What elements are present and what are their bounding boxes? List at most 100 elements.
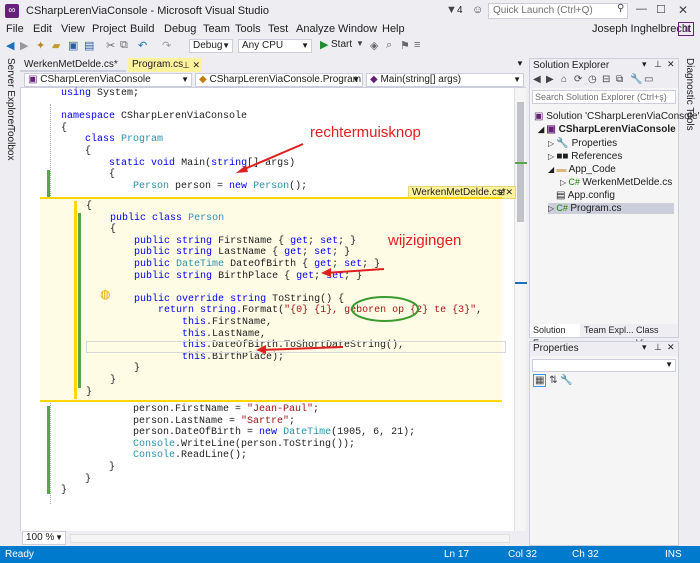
undo-icon[interactable]: ↶ — [138, 39, 147, 52]
new-project-icon[interactable]: ✦ — [36, 39, 45, 52]
quick-launch-input[interactable]: Quick Launch (Ctrl+Q) — [488, 3, 628, 19]
code-line[interactable]: } — [86, 363, 482, 375]
horizontal-scrollbar[interactable] — [70, 534, 510, 543]
cut-icon[interactable]: ✂ — [106, 39, 115, 52]
properties-icon[interactable]: 🔧 — [630, 74, 642, 85]
code-line[interactable]: } — [86, 375, 482, 387]
notification-count[interactable]: 4 — [457, 5, 463, 16]
menu-help[interactable]: Help — [382, 23, 405, 35]
filter-icon[interactable]: ▼ — [446, 4, 457, 16]
code-line[interactable]: Person person = new Person(); — [61, 181, 307, 193]
code-line[interactable]: person.LastName = "Sartre"; — [61, 416, 415, 428]
attach-icon[interactable]: ◈ — [370, 39, 378, 52]
tab-werkenmetdelde[interactable]: WerkenMetDelde.cs* — [20, 58, 126, 72]
code-line[interactable] — [86, 282, 482, 294]
collapse-icon[interactable]: ⊟ — [602, 74, 610, 85]
code-line[interactable]: { — [86, 201, 482, 213]
redo-icon[interactable]: ↷ — [162, 39, 171, 52]
zoom-select[interactable]: 100 % ▼ — [22, 531, 66, 545]
code-line[interactable]: { — [61, 146, 307, 158]
code-line[interactable]: } — [86, 387, 482, 399]
properties-node[interactable]: ▷ 🔧 Properties — [548, 138, 617, 149]
feedback-icon[interactable]: ☺ — [472, 4, 483, 16]
minimize-icon[interactable]: — — [636, 3, 647, 15]
maximize-icon[interactable]: ☐ — [656, 3, 666, 16]
references-node[interactable]: ▷ ■■ References — [548, 151, 622, 162]
back-icon[interactable]: ◀ — [6, 39, 14, 52]
close-icon[interactable]: ✕ — [678, 3, 688, 17]
program-cs-node[interactable]: ▷ C# Program.cs — [548, 203, 674, 214]
back-icon[interactable]: ◀ — [533, 74, 541, 85]
code-line[interactable]: public DateTime DateOfBirth { get; set; … — [86, 259, 482, 271]
chevron-down-icon[interactable]: ▼ — [356, 39, 364, 48]
menu-project[interactable]: Project — [92, 23, 126, 35]
code-line[interactable]: return string.Format("{0} {1}, geboren o… — [86, 305, 482, 317]
show-files-icon[interactable]: ⧉ — [616, 74, 623, 85]
peek-definition-window[interactable]: ◍ { public class Person { public string … — [40, 197, 506, 402]
menu-build[interactable]: Build — [130, 23, 154, 35]
project-dropdown[interactable]: ▣ CSharpLerenViaConsole ▼ — [24, 73, 192, 87]
code-line[interactable]: } — [61, 462, 415, 474]
server-explorer-tab[interactable]: Server Explorer — [5, 58, 16, 127]
menu-test[interactable]: Test — [268, 23, 288, 35]
code-line[interactable]: namespace CSharpLerenViaConsole — [61, 111, 307, 123]
menu-edit[interactable]: Edit — [33, 23, 52, 35]
menu-view[interactable]: View — [61, 23, 85, 35]
bookmark-icon[interactable]: ⚑ — [400, 39, 410, 52]
app-code-node[interactable]: ◢ ▬ App_Code — [548, 164, 616, 175]
forward-icon[interactable]: ▶ — [546, 74, 554, 85]
preview-icon[interactable]: ▭ — [644, 74, 653, 85]
dropdown-icon[interactable]: ▾ — [642, 59, 647, 70]
werkenmetdelde-node[interactable]: ▷ C# WerkenMetDelde.cs — [560, 177, 672, 188]
close-icon[interactable]: ✕ — [667, 59, 675, 70]
menu-file[interactable]: File — [6, 23, 24, 35]
close-icon[interactable]: ✕ — [667, 342, 675, 353]
menu-tools[interactable]: Tools — [235, 23, 261, 35]
code-line[interactable]: static void Main(string[] args) — [61, 158, 307, 170]
copy-icon[interactable]: ⧉ — [120, 39, 128, 52]
home-icon[interactable]: ⌂ — [561, 74, 567, 85]
code-line[interactable]: { — [61, 123, 307, 135]
code-line[interactable]: public string LastName { get; set; } — [86, 247, 482, 259]
member-dropdown[interactable]: ◆ Main(string[] args) ▼ — [366, 73, 524, 87]
pin-icon[interactable]: ⊥ — [654, 342, 662, 353]
tab-solution-explorer[interactable]: Solution E... — [530, 324, 580, 348]
open-file-icon[interactable]: ▰ — [52, 39, 60, 52]
menu-debug[interactable]: Debug — [164, 23, 196, 35]
tab-team-explorer[interactable]: Team Expl... — [584, 324, 634, 337]
code-line[interactable]: person.FirstName = "Jean-Paul"; — [61, 404, 415, 416]
code-line[interactable]: public string BirthPlace { get; set; } — [86, 271, 482, 283]
save-all-icon[interactable]: ▤ — [84, 39, 94, 52]
menu-window[interactable]: Window — [338, 23, 377, 35]
code-line[interactable]: public class Person — [86, 213, 482, 225]
code-line[interactable]: } — [61, 474, 415, 486]
editor-scrollbar[interactable] — [514, 88, 527, 531]
configuration-select[interactable]: Debug ▼ — [189, 39, 233, 53]
history-icon[interactable]: ◷ — [588, 74, 597, 85]
object-select[interactable]: ▼ — [532, 359, 676, 372]
solution-search-input[interactable]: Search Solution Explorer (Ctrl+ş) — [532, 90, 676, 104]
tab-program[interactable]: Program.cs ⊥ ✕ — [128, 58, 202, 72]
menu-analyze[interactable]: Analyze — [296, 23, 335, 35]
user-name[interactable]: Joseph Inghelbrecht — [592, 23, 691, 35]
property-pages-icon[interactable]: 🔧 — [560, 375, 572, 386]
close-tab-icon[interactable]: ✕ — [192, 58, 200, 72]
code-line[interactable]: { — [61, 169, 307, 181]
start-button[interactable]: Start — [331, 39, 352, 50]
user-avatar[interactable]: JI — [678, 22, 694, 36]
code-line[interactable]: public override string ToString() { — [86, 294, 482, 306]
code-line[interactable]: person.DateOfBirth = new DateTime(1905, … — [61, 427, 415, 439]
start-icon[interactable]: ▶ — [320, 38, 328, 51]
code-line[interactable]: Console.ReadLine(); — [61, 450, 415, 462]
comment-icon[interactable]: ≡ — [414, 39, 420, 51]
forward-icon[interactable]: ▶ — [20, 39, 28, 52]
code-line[interactable]: this.LastName, — [86, 329, 482, 341]
categorized-icon[interactable]: ▦ — [533, 374, 547, 387]
sync-icon[interactable]: ⟳ — [574, 74, 582, 85]
tab-dropdown-icon[interactable]: ▼ — [516, 59, 524, 68]
search-icon[interactable]: ⚲ — [617, 3, 624, 14]
code-line[interactable]: } — [61, 485, 415, 497]
dropdown-icon[interactable]: ▾ — [642, 342, 647, 353]
app-config-node[interactable]: ▤ App.config — [556, 190, 615, 201]
alphabetical-icon[interactable]: ⇅ — [549, 375, 557, 386]
